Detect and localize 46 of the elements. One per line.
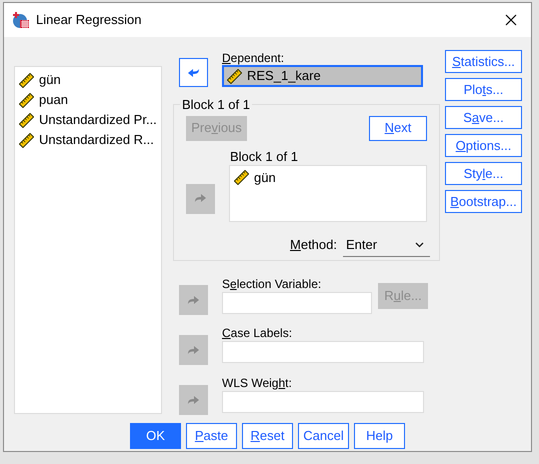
variable-item[interactable]: gün (39, 70, 61, 90)
dialog-button[interactable]: Bootstrap... (445, 190, 522, 213)
wls-weight-field[interactable] (222, 391, 424, 413)
dialog-button[interactable]: Options... (445, 134, 522, 157)
move-arrow-button[interactable] (179, 58, 208, 87)
variable-item[interactable]: Unstandardized R... (39, 130, 154, 150)
ruler-icon (19, 112, 34, 128)
right-arrow-icon (187, 294, 200, 306)
independent-item[interactable]: gün (254, 168, 276, 188)
block-list-title: Block 1 of 1 (230, 148, 299, 162)
selection-variable-label: Selection Variable: (222, 276, 322, 292)
dialog-button[interactable]: Paste (186, 423, 237, 449)
case-labels-label: Case Labels: (222, 325, 294, 341)
app-icon (12, 11, 30, 29)
right-arrow-icon (187, 394, 200, 406)
right-arrow-icon (194, 193, 207, 204)
window-title: Linear Regression (36, 11, 142, 30)
dialog-button[interactable]: OK (130, 423, 181, 449)
dependent-field[interactable]: RES_1_kare (222, 65, 423, 87)
case-labels-field[interactable] (222, 341, 424, 363)
next-button[interactable]: Next (369, 116, 427, 140)
chevron-down-icon (415, 242, 424, 248)
ruler-icon (19, 132, 34, 148)
dialog-button[interactable]: Help (354, 423, 405, 449)
independent-list[interactable]: gün (229, 164, 427, 222)
dialog-button[interactable]: Style... (445, 162, 522, 185)
dialog-button[interactable]: Save... (445, 106, 522, 129)
variable-item[interactable]: puan (39, 90, 68, 110)
block-title: Block 1 of 1 (181, 96, 251, 114)
variable-item[interactable]: Unstandardized Pr... (39, 110, 157, 130)
dialog-button[interactable]: Statistics... (445, 50, 522, 73)
selection-variable-field[interactable] (222, 292, 372, 314)
method-label: Method: (290, 236, 337, 254)
dialog-button[interactable]: Plots... (445, 78, 522, 101)
dependent-label: Dependent: (222, 50, 286, 65)
close-icon[interactable] (505, 14, 517, 26)
variable-list[interactable]: gün puan Unstandardized Pr... Unstandardized R... (14, 66, 162, 414)
dialog-button[interactable]: Reset (242, 423, 293, 449)
wls-weight-label: WLS Weight: (222, 375, 293, 391)
right-arrow-icon (187, 344, 200, 356)
ruler-icon (227, 68, 242, 84)
ruler-icon (19, 72, 34, 88)
ruler-icon (19, 92, 34, 108)
ruler-icon (234, 170, 249, 185)
dialog-button[interactable]: Cancel (298, 423, 349, 449)
left-arrow-icon (187, 67, 200, 78)
